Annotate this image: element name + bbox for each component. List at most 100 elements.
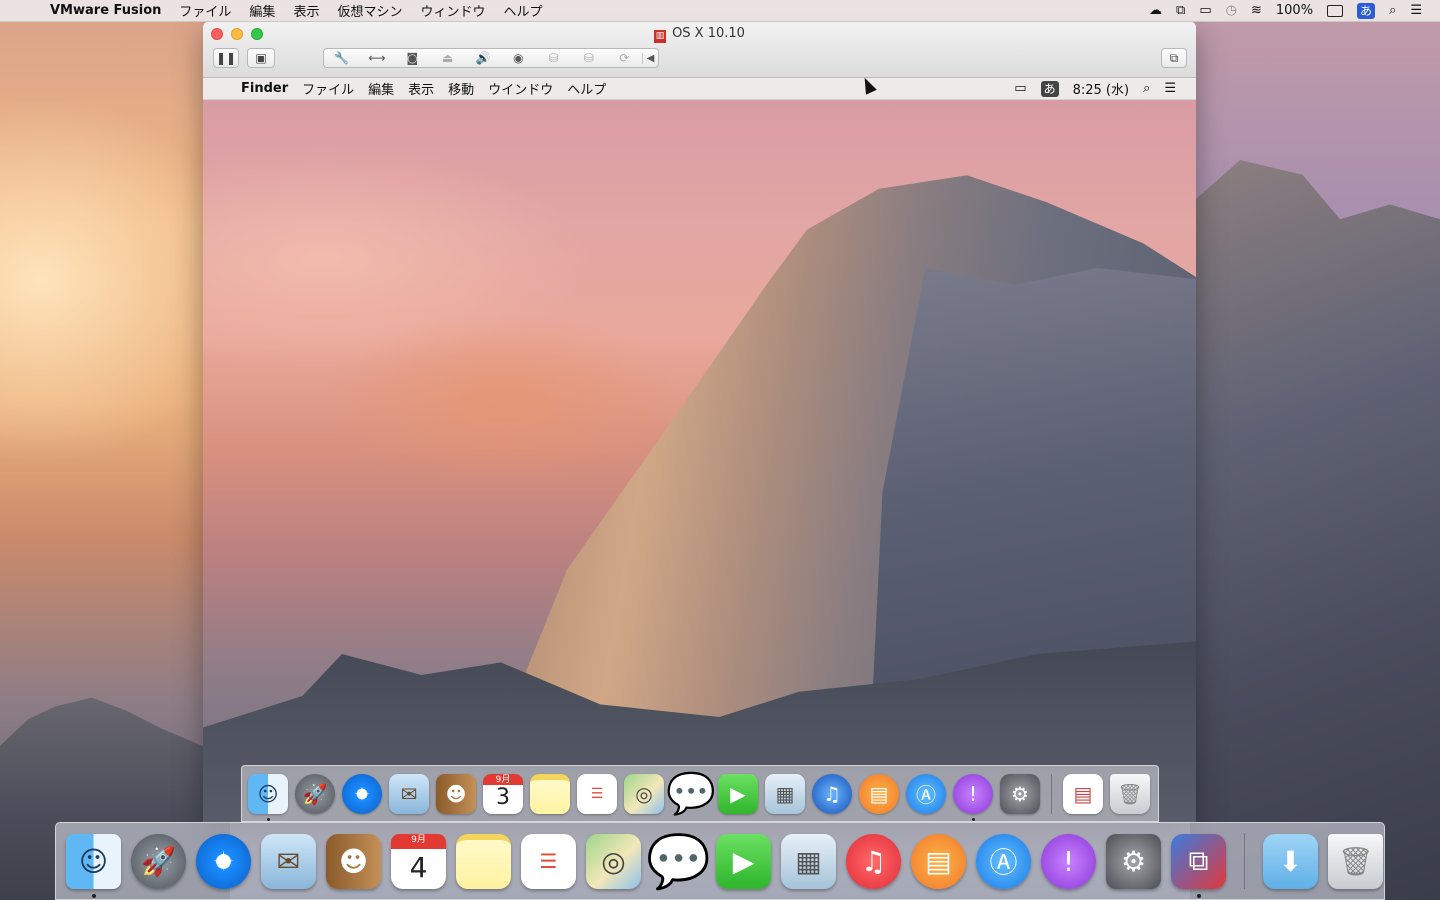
notification-center-icon[interactable]: ☰ <box>1410 3 1422 18</box>
host-status-area: ☁ ⧉ ▭ ◷ ≋ 100% あ ⌕ ☰ <box>1149 2 1422 19</box>
dock-facetime-icon[interactable]: ▶ <box>716 833 771 889</box>
guest-notification-center-icon[interactable]: ☰ <box>1164 81 1176 96</box>
guest-display-icon[interactable]: ▭ <box>1014 81 1026 96</box>
dock-reminders-icon[interactable]: ☰ <box>521 833 576 889</box>
dock-appstore-icon[interactable]: Ⓐ <box>976 833 1031 889</box>
guest-dock-mail-icon[interactable]: ✉ <box>389 773 429 814</box>
vm-title-text: OS X 10.10 <box>672 26 745 41</box>
guest-calendar-day: 3 <box>496 785 510 811</box>
menu-window[interactable]: ウィンドウ <box>420 1 485 20</box>
dock-ibooks-icon[interactable]: ▤ <box>911 833 966 889</box>
dock-calendar-icon[interactable]: 9月 4 <box>391 833 446 889</box>
running-indicator <box>972 817 975 821</box>
disk-icon[interactable]: ◙ <box>395 51 430 65</box>
fullscreen-button[interactable]: ⧉ <box>1161 48 1187 68</box>
battery-percent: 100% <box>1275 3 1314 18</box>
dock-mail-icon[interactable]: ✉ <box>261 833 316 889</box>
guest-menu-window[interactable]: ウインドウ <box>488 79 553 98</box>
dock-preview-icon[interactable]: ▦ <box>781 833 836 889</box>
dock-launchpad-icon[interactable]: 🚀 <box>131 833 186 889</box>
dock-messages-icon[interactable]: 💬 <box>646 832 711 892</box>
dock-itunes-icon[interactable]: ♫ <box>846 833 901 889</box>
dock-downloads-icon[interactable]: ⬇ <box>1263 833 1318 889</box>
pause-icon: ❚❚ <box>215 51 237 65</box>
network-icon[interactable]: ⟷ <box>359 51 394 65</box>
dock-system-preferences-icon[interactable]: ⚙ <box>1106 833 1161 889</box>
guest-dock-maps-icon[interactable]: ◎ <box>624 773 664 814</box>
guest-dock: ☺ 🚀 ✦ ✉ ☻ 9月 3 ☰ ◎ 💬 ▶ ▦ ♫ ▤ Ⓐ ! ⚙ ▤ 🗑 <box>241 765 1159 822</box>
time-machine-icon[interactable]: ◷ <box>1226 3 1237 18</box>
guest-dock-preview-icon[interactable]: ▦ <box>765 773 805 814</box>
guest-dock-notes-icon[interactable] <box>530 773 570 814</box>
vm-titlebar: ▥ OS X 10.10 ❚❚ ▣ 🔧 ⟷ ◙ ⏏ 🔊 ◉ ⛁ ⛁ ⟳ ◀ ⧉ <box>203 22 1196 78</box>
dock-contacts-icon[interactable]: ☻ <box>326 833 381 889</box>
guest-status-area: ▭ あ 8:25 (水) ⌕ ☰ <box>1014 79 1176 98</box>
dock-safari-icon[interactable]: ✦ <box>196 833 251 889</box>
dock-trash-icon[interactable]: 🗑 <box>1328 833 1383 889</box>
snapshot-icon: ▣ <box>255 51 267 65</box>
guest-dock-trash-icon[interactable]: 🗑 <box>1110 773 1150 814</box>
guest-clock[interactable]: 8:25 (水) <box>1073 79 1129 98</box>
guest-dock-itunes-icon[interactable]: ♫ <box>812 773 852 814</box>
guest-dock-reminders-icon[interactable]: ☰ <box>577 773 617 814</box>
calendar-day: 4 <box>409 850 428 884</box>
host-dock: ☺ 🚀 ✦ ✉ ☻ 9月 4 ☰ ◎ 💬 ▶ ▦ ♫ ▤ Ⓐ ! ⚙ ⧉ ⬇ 🗑 <box>55 822 1385 900</box>
guest-ime-icon[interactable]: あ <box>1040 80 1059 97</box>
guest-dock-facetime-icon[interactable]: ▶ <box>718 773 758 814</box>
menu-help[interactable]: ヘルプ <box>503 1 542 20</box>
guest-dock-safari-icon[interactable]: ✦ <box>342 773 382 814</box>
host-menubar: VMware Fusion ファイル 編集 表示 仮想マシン ウィンドウ ヘルプ… <box>0 0 1440 22</box>
guest-dock-messages-icon[interactable]: 💬 <box>666 771 716 817</box>
guest-menu-app-name[interactable]: Finder <box>241 81 288 96</box>
sound-icon[interactable]: 🔊 <box>465 51 500 65</box>
dock-notes-icon[interactable] <box>456 833 511 889</box>
snapshot-button[interactable]: ▣ <box>247 48 275 68</box>
airplay-icon[interactable]: ▭ <box>1199 3 1211 18</box>
guest-dock-contacts-icon[interactable]: ☻ <box>436 773 476 814</box>
dock-feedback-icon[interactable]: ! <box>1041 833 1096 889</box>
vmware-window: ▥ OS X 10.10 ❚❚ ▣ 🔧 ⟷ ◙ ⏏ 🔊 ◉ ⛁ ⛁ ⟳ ◀ ⧉ <box>203 22 1196 822</box>
guest-dock-feedback-icon[interactable]: ! <box>953 773 993 821</box>
guest-dock-launchpad-icon[interactable]: 🚀 <box>295 773 335 814</box>
pause-button[interactable]: ❚❚ <box>213 48 239 68</box>
dock-vmware-fusion-icon[interactable]: ⧉ <box>1171 833 1226 898</box>
cloud-icon[interactable]: ☁ <box>1149 3 1162 18</box>
dock-finder-icon[interactable]: ☺ <box>66 833 121 898</box>
battery-icon[interactable] <box>1327 4 1344 17</box>
guest-menu-view[interactable]: 表示 <box>408 79 434 98</box>
guest-menu-edit[interactable]: 編集 <box>368 79 394 98</box>
refresh-icon[interactable]: ⟳ <box>607 51 642 65</box>
vmware-status-icon[interactable]: ⧉ <box>1176 3 1185 18</box>
guest-menu-go[interactable]: 移動 <box>448 79 474 98</box>
running-indicator <box>91 893 96 898</box>
guest-menu-help[interactable]: ヘルプ <box>567 79 606 98</box>
guest-dock-appstore-icon[interactable]: Ⓐ <box>906 773 946 814</box>
wifi-icon[interactable]: ≋ <box>1251 3 1262 18</box>
menu-view[interactable]: 表示 <box>293 1 319 20</box>
guest-menu-file[interactable]: ファイル <box>302 79 354 98</box>
menu-app-name[interactable]: VMware Fusion <box>50 3 161 18</box>
menu-virtual-machine[interactable]: 仮想マシン <box>337 1 402 20</box>
spotlight-icon[interactable]: ⌕ <box>1389 3 1396 18</box>
guest-dock-system-preferences-icon[interactable]: ⚙ <box>1000 773 1040 814</box>
guest-spotlight-icon[interactable]: ⌕ <box>1143 81 1150 96</box>
ime-icon[interactable]: あ <box>1357 2 1376 19</box>
calendar-month: 9月 <box>391 833 446 849</box>
guest-dock-ibooks-icon[interactable]: ▤ <box>859 773 899 814</box>
camera-icon[interactable]: ◉ <box>501 51 536 65</box>
vm-title-icon: ▥ <box>654 30 667 43</box>
guest-dock-finder-icon[interactable]: ☺ <box>248 773 288 821</box>
usb-icon[interactable]: ⛁ <box>536 51 571 65</box>
collapse-arrow-icon[interactable]: ◀ <box>641 52 658 64</box>
guest-screen[interactable]: Finder ファイル 編集 表示 移動 ウインドウ ヘルプ ▭ あ 8:25 … <box>203 78 1196 822</box>
cd-icon[interactable]: ⏏ <box>430 51 465 65</box>
vm-title: ▥ OS X 10.10 <box>203 26 1196 43</box>
menu-edit[interactable]: 編集 <box>249 1 275 20</box>
host-wallpaper-rock-right <box>1190 160 1440 900</box>
dock-maps-icon[interactable]: ◎ <box>586 833 641 889</box>
menu-file[interactable]: ファイル <box>179 1 231 20</box>
settings-icon[interactable]: 🔧 <box>324 51 359 65</box>
usb2-icon[interactable]: ⛁ <box>571 51 606 65</box>
guest-dock-calendar-icon[interactable]: 9月 3 <box>483 773 523 814</box>
guest-dock-document-icon[interactable]: ▤ <box>1063 773 1103 814</box>
